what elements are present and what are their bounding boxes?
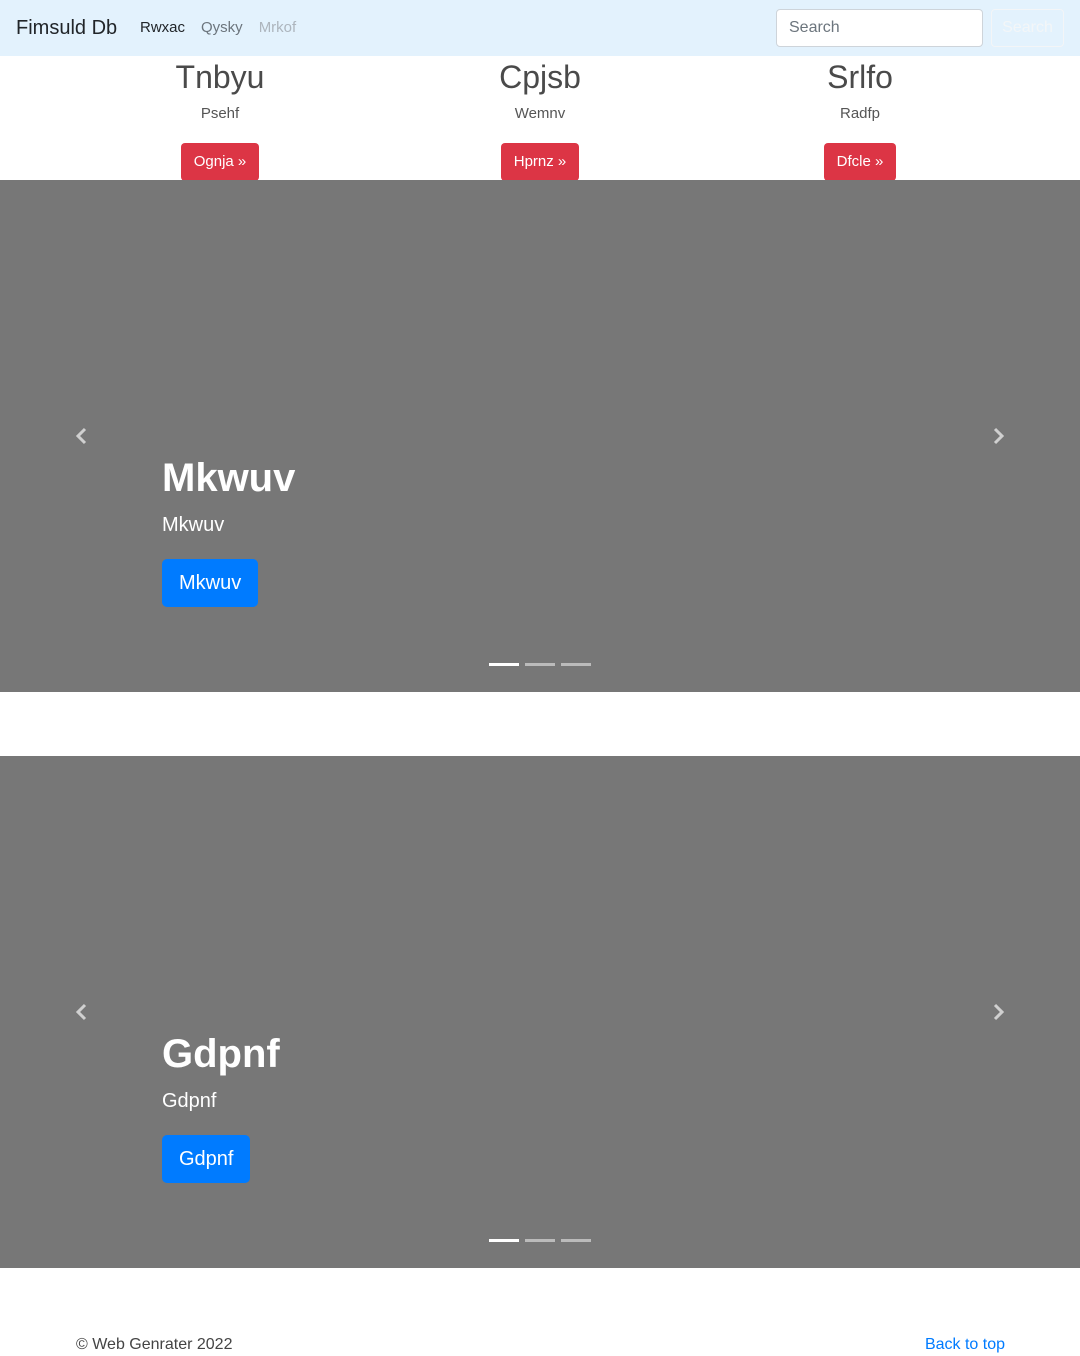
carousel-button[interactable]: Mkwuv: [162, 559, 259, 607]
feature-column-1: Tnbyu Psehf Ognja »: [110, 56, 330, 181]
carousel-prev-button[interactable]: [72, 1002, 92, 1022]
carousel-1: Mkwuv Mkwuv Mkwuv: [0, 180, 1080, 692]
carousel-indicators: [489, 1239, 591, 1242]
feature-column-3: Srlfo Radfp Dfcle »: [750, 56, 970, 181]
nav-link-qysky[interactable]: Qysky: [201, 18, 243, 38]
carousel-prev-button[interactable]: [72, 426, 92, 446]
nav-link-rwxac[interactable]: Rwxac: [140, 18, 185, 38]
search-input[interactable]: [776, 9, 983, 47]
feature-button[interactable]: Hprnz »: [500, 143, 580, 181]
chevron-left-icon: [75, 1003, 87, 1021]
carousel-next-button[interactable]: [988, 1002, 1008, 1022]
carousel-indicator[interactable]: [525, 1239, 555, 1242]
brand[interactable]: Fimsuld Db: [16, 15, 117, 41]
carousel-next-button[interactable]: [988, 426, 1008, 446]
footer-copyright: © Web Genrater 2022: [76, 1336, 233, 1353]
chevron-right-icon: [993, 427, 1005, 445]
feature-column-2: Cpjsb Wemnv Hprnz »: [430, 56, 650, 181]
carousel-title: Gdpnf: [162, 1032, 280, 1076]
feature-title: Tnbyu: [175, 59, 265, 95]
chevron-left-icon: [75, 427, 87, 445]
feature-text: Radfp: [839, 105, 881, 122]
carousel-subtitle: Mkwuv: [162, 514, 225, 536]
carousel-indicator[interactable]: [561, 663, 591, 666]
feature-title: Srlfo: [827, 59, 893, 95]
feature-text: Wemnv: [514, 105, 566, 122]
carousel-2: Gdpnf Gdpnf Gdpnf: [0, 756, 1080, 1268]
carousel-button[interactable]: Gdpnf: [162, 1135, 251, 1183]
carousel-caption: Gdpnf Gdpnf Gdpnf: [162, 1030, 280, 1183]
carousel-indicator[interactable]: [525, 663, 555, 666]
nav-link-mrkof: Mrkof: [258, 19, 297, 36]
feature-text: Psehf: [200, 105, 240, 122]
carousel-indicator[interactable]: [489, 663, 519, 666]
carousel-subtitle: Gdpnf: [162, 1090, 217, 1112]
carousel-indicators: [489, 663, 591, 666]
search-button[interactable]: Search: [991, 9, 1064, 47]
carousel-indicator[interactable]: [561, 1239, 591, 1242]
carousel-indicator[interactable]: [489, 1239, 519, 1242]
back-to-top-link[interactable]: Back to top: [925, 1335, 1005, 1355]
chevron-right-icon: [993, 1003, 1005, 1021]
carousel-title: Mkwuv: [162, 456, 296, 500]
feature-button[interactable]: Dfcle »: [823, 143, 897, 181]
nav-links: Rwxac Qysky Mrkof: [140, 18, 296, 38]
feature-button[interactable]: Ognja »: [180, 143, 260, 181]
carousel-caption: Mkwuv Mkwuv Mkwuv: [162, 454, 295, 607]
feature-title: Cpjsb: [499, 59, 581, 95]
navbar: Fimsuld Db Rwxac Qysky Mrkof Search: [0, 0, 1080, 56]
